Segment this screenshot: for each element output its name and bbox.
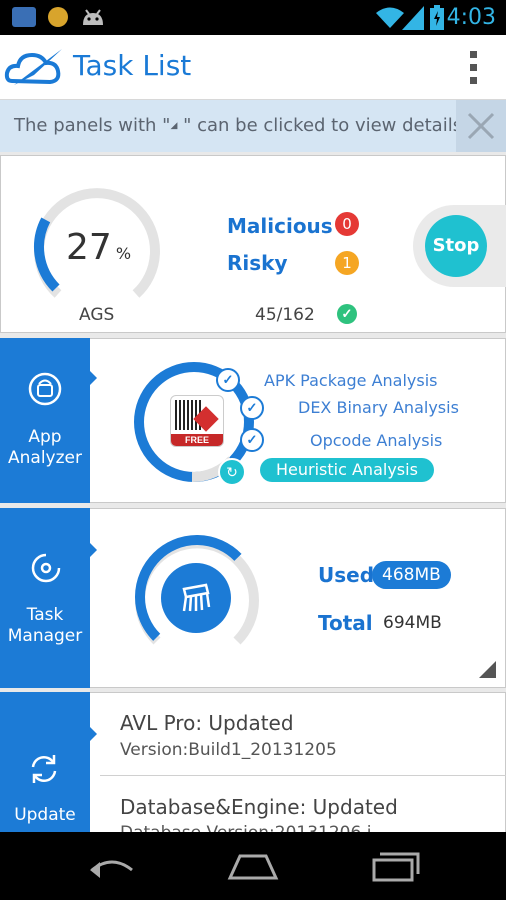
home-icon[interactable] (226, 852, 280, 880)
tab-label-line2: Analyzer (8, 448, 82, 468)
tab-label-line1: Task (26, 605, 64, 625)
step-done-icon: ✓ (240, 428, 264, 452)
notification-circle-icon (48, 7, 68, 27)
malicious-label: Malicious (227, 214, 333, 238)
refresh-icon (31, 755, 57, 783)
close-icon (467, 112, 495, 140)
clean-memory-button[interactable] (161, 563, 231, 633)
banner-close-button[interactable] (456, 100, 506, 152)
wifi-icon (376, 7, 404, 28)
expand-details-icon[interactable] (479, 661, 496, 678)
scan-percent: 27% (66, 227, 131, 268)
update-item-subtitle: Version:Build1_20131205 (120, 740, 337, 760)
battery-icon (430, 5, 444, 30)
update-tab[interactable]: Update (0, 692, 90, 832)
stop-button[interactable]: Stop (425, 215, 487, 277)
banner-text: The panels with "◢ " can be clicked to v… (14, 115, 474, 136)
android-icon (83, 9, 103, 25)
step-running-icon: ↻ (218, 458, 246, 486)
overflow-menu-icon[interactable] (463, 51, 485, 85)
risky-label: Risky (227, 251, 288, 275)
tab-pointer (90, 371, 97, 385)
analyzed-app-icon: FREE (170, 395, 224, 447)
android-bug-icon (28, 372, 62, 406)
total-label: Total (318, 611, 373, 635)
speedometer-icon (31, 553, 61, 583)
tab-label-line2: Manager (7, 626, 83, 646)
step-heuristic-active: Heuristic Analysis (260, 458, 434, 482)
total-value: 694MB (383, 613, 442, 633)
update-item-title: AVL Pro: Updated (120, 711, 294, 735)
divider (100, 775, 506, 776)
gauge-label: AGS (79, 305, 115, 325)
action-bar: Task List (0, 35, 506, 100)
status-time: 4:03 (446, 5, 496, 30)
step-done-icon: ✓ (240, 396, 264, 420)
scan-percent-value: 27 (66, 227, 112, 268)
risky-count-badge: 1 (335, 251, 359, 275)
banner-text-end: " can be clicked to view details . (177, 115, 474, 136)
used-label: Used (318, 563, 375, 587)
used-value-badge: 468MB (372, 561, 451, 589)
app-analyzer-tab[interactable]: App Analyzer (0, 338, 90, 503)
task-manager-tab-label: Task Manager (0, 605, 90, 647)
update-tab-label: Update (14, 805, 76, 825)
signal-icon (402, 6, 424, 30)
page-title: Task List (73, 49, 192, 82)
check-ok-icon: ✓ (337, 304, 357, 324)
tab-pointer (90, 543, 97, 557)
step-opcode: Opcode Analysis (310, 431, 443, 450)
scan-progress-count: 45/162 (255, 305, 315, 325)
tab-pointer (90, 727, 97, 741)
info-banner: The panels with "◢ " can be clicked to v… (0, 100, 506, 152)
task-manager-tab[interactable]: Task Manager (0, 508, 90, 688)
recent-apps-icon[interactable] (370, 850, 422, 882)
tab-label-line1: App (28, 427, 62, 447)
app-analyzer-tab-label: App Analyzer (0, 427, 90, 469)
status-bar: 4:03 (0, 0, 506, 35)
banner-text-start: The panels with " (14, 115, 171, 136)
back-icon[interactable] (86, 852, 138, 880)
step-done-icon: ✓ (216, 368, 240, 392)
scan-percent-unit: % (115, 244, 132, 263)
notification-app-icon (12, 7, 36, 27)
step-dex-binary: DEX Binary Analysis (298, 398, 459, 417)
update-item-title: Database&Engine: Updated (120, 795, 398, 819)
broom-icon (182, 583, 211, 612)
navigation-bar (0, 832, 506, 900)
app-logo-icon[interactable] (4, 45, 66, 91)
step-apk-package: APK Package Analysis (264, 371, 438, 390)
malicious-count-badge: 0 (335, 212, 359, 236)
